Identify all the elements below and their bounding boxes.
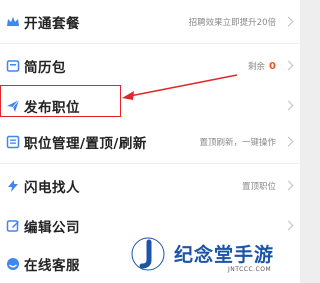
menu-item-lightning-search[interactable]: 闪电找人 置顶职位 — [0, 164, 300, 207]
highlight-box — [0, 85, 121, 117]
list-icon — [6, 135, 20, 149]
chevron-right-icon — [283, 136, 294, 147]
menu-item-hint: 置顶职位 — [241, 181, 276, 192]
menu-item-label: 编辑公司 — [24, 219, 80, 236]
menu-item-job-management[interactable]: 职位管理/置顶/刷新 置顶刷新，一键操作 — [0, 120, 300, 163]
menu-item-label: 开通套餐 — [24, 15, 80, 32]
chevron-right-icon — [283, 60, 294, 71]
chevron-right-icon — [283, 16, 294, 27]
menu-item-resume-pack[interactable]: 简历包 剩余 0 — [0, 44, 300, 87]
watermark: 纪念堂手游 JNTCCC.COM — [130, 236, 300, 283]
remaining-label: 剩余 — [248, 61, 266, 72]
menu-item-label: 在线客服 — [24, 258, 80, 274]
watermark-logo-icon — [131, 237, 165, 271]
edit-icon — [6, 219, 20, 233]
crown-icon — [6, 15, 20, 29]
menu-item-open-package[interactable]: 开通套餐 招聘效果立即提升20倍 — [0, 0, 300, 43]
menu-item-hint: 剩余 0 — [248, 60, 276, 72]
chevron-right-icon — [283, 220, 294, 231]
lightning-icon — [6, 179, 20, 193]
menu-item-hint: 置顶刷新，一键操作 — [199, 137, 276, 148]
chevron-right-icon — [283, 100, 294, 111]
menu-item-label: 职位管理/置顶/刷新 — [24, 135, 147, 152]
resume-pack-icon — [6, 59, 20, 73]
menu-item-label: 简历包 — [24, 59, 66, 76]
watermark-url: JNTCCC.COM — [228, 266, 272, 273]
remaining-count: 0 — [269, 60, 276, 72]
menu-item-label: 闪电找人 — [24, 179, 80, 196]
watermark-brand: 纪念堂手游 — [174, 244, 275, 266]
chevron-right-icon — [283, 180, 294, 191]
menu-item-hint: 招聘效果立即提升20倍 — [188, 17, 276, 28]
support-icon — [6, 257, 20, 271]
